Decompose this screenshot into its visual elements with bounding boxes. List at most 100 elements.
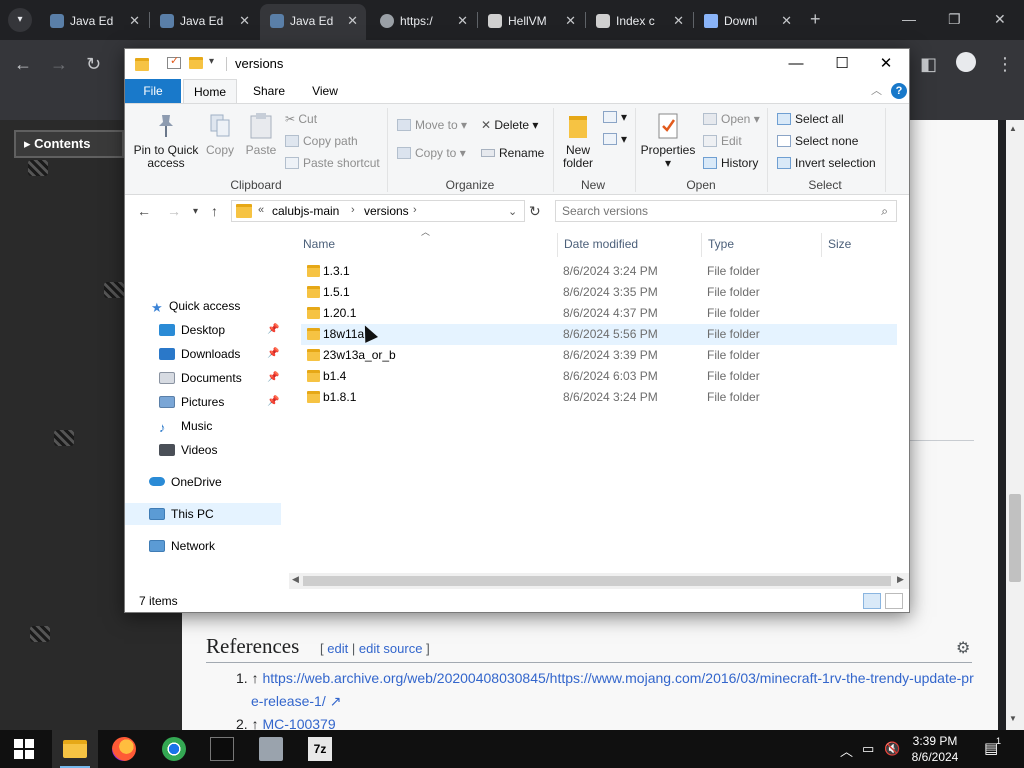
file-row[interactable]: b1.4 8/6/2024 6:03 PM File folder [301, 366, 897, 387]
browser-tab-2[interactable]: Java Ed ✕ [150, 6, 258, 36]
customize-toolbar-chevron-icon[interactable]: ▾ [209, 56, 214, 67]
back-arrow-icon[interactable]: ← [14, 54, 32, 74]
horizontal-scrollbar-thumb[interactable] [303, 576, 891, 586]
gear-icon[interactable]: ⚙ [956, 638, 970, 658]
up-arrow-icon[interactable]: ↑ [211, 203, 218, 219]
scroll-up-arrow-icon[interactable]: ▲ [1009, 124, 1017, 133]
tab-view[interactable]: View [299, 79, 351, 103]
reload-icon[interactable]: ↻ [86, 54, 101, 74]
tab-close-icon[interactable]: ✕ [673, 6, 684, 36]
nav-desktop[interactable]: Desktop [159, 319, 225, 341]
file-row[interactable]: 1.3.1 8/6/2024 3:24 PM File folder [301, 261, 897, 282]
menu-kebab-icon[interactable]: ⋮ [996, 54, 1014, 74]
system-clock[interactable]: 3:39 PM 8/6/2024 [904, 733, 966, 765]
recent-locations-chevron-icon[interactable]: ▾ [193, 206, 198, 217]
nav-documents[interactable]: Documents [159, 367, 242, 389]
overflow-chevron-icon[interactable]: « [258, 204, 264, 216]
breadcrumb-separator-icon[interactable]: › [413, 204, 417, 216]
copy-button[interactable]: Copy [203, 112, 237, 157]
browser-tab-1[interactable]: Java Ed ✕ [40, 6, 148, 36]
tab-close-icon[interactable]: ✕ [565, 6, 576, 36]
tab-close-icon[interactable]: ✕ [347, 4, 358, 38]
scroll-down-arrow-icon[interactable]: ▼ [1009, 714, 1017, 723]
browser-tab-6[interactable]: Index c ✕ [586, 6, 692, 36]
profile-avatar-icon[interactable] [956, 52, 976, 72]
select-none-button[interactable]: Select none [777, 132, 858, 150]
nav-onedrive[interactable]: OneDrive [149, 471, 222, 493]
new-folder-quick-icon[interactable] [189, 57, 203, 69]
column-date-modified[interactable]: Date modified [564, 237, 638, 251]
history-button[interactable]: History [703, 154, 758, 172]
copy-to-button[interactable]: Copy to ▾ [397, 144, 466, 162]
close-button[interactable]: ✕ [863, 53, 909, 75]
breadcrumb-calubjs-main[interactable]: calubjs-main [272, 204, 339, 218]
reference-link[interactable]: https://web.archive.org/web/202004080308… [262, 670, 973, 686]
column-size[interactable]: Size [828, 237, 851, 251]
nav-network[interactable]: Network [149, 535, 215, 557]
file-row[interactable]: 1.5.1 8/6/2024 3:35 PM File folder [301, 282, 897, 303]
browser-restore-icon[interactable]: ❐ [948, 10, 961, 28]
tab-share[interactable]: Share [243, 79, 295, 103]
open-button[interactable]: Open ▾ [703, 110, 760, 128]
browser-tab-5[interactable]: HellVM ✕ [478, 6, 584, 36]
side-panel-icon[interactable]: ◧ [920, 54, 937, 74]
column-separator[interactable] [557, 233, 558, 257]
page-scrollbar[interactable] [1006, 120, 1024, 730]
edit-button[interactable]: Edit [703, 132, 742, 150]
properties-check-icon[interactable] [167, 54, 181, 69]
forward-arrow-icon[interactable]: → [167, 203, 181, 219]
page-scrollbar-thumb[interactable] [1009, 494, 1021, 582]
tab-home[interactable]: Home [183, 79, 237, 103]
edit-source-link[interactable]: edit source [359, 641, 423, 656]
nav-pictures[interactable]: Pictures [159, 391, 224, 413]
refresh-icon[interactable]: ↻ [529, 203, 541, 220]
volume-muted-tray-icon[interactable]: 🔇 [884, 741, 900, 757]
invert-selection-button[interactable]: Invert selection [777, 154, 876, 172]
easy-access-button[interactable]: ▾ [603, 130, 627, 148]
nav-downloads[interactable]: Downloads [159, 343, 240, 365]
forward-arrow-icon[interactable]: → [50, 54, 68, 74]
large-icons-view-icon[interactable] [885, 593, 903, 609]
browser-close-icon[interactable]: ✕ [994, 10, 1006, 28]
horizontal-scrollbar[interactable]: ◀ ▶ [289, 573, 909, 589]
tab-search-chevron-icon[interactable]: ▾ [8, 8, 32, 32]
column-separator[interactable] [821, 233, 822, 257]
minimize-button[interactable]: — [773, 53, 819, 75]
contents-toggle-button[interactable]: ▸ Contents [14, 130, 124, 158]
move-to-button[interactable]: Move to ▾ [397, 116, 467, 134]
new-item-button[interactable]: ▾ [603, 108, 627, 126]
reference-link[interactable]: MC-100379 [262, 716, 335, 730]
select-all-button[interactable]: Select all [777, 110, 844, 128]
tab-close-icon[interactable]: ✕ [129, 6, 140, 36]
delete-button[interactable]: ✕ Delete ▾ [481, 116, 538, 134]
details-view-icon[interactable] [863, 593, 881, 609]
nav-quick-access[interactable]: ★ Quick access [151, 295, 240, 317]
properties-button[interactable]: Properties ▾ [639, 112, 697, 170]
pin-to-quick-access-button[interactable]: Pin to Quick access [131, 112, 201, 170]
file-row[interactable]: 23w13a_or_b 8/6/2024 3:39 PM File folder [301, 345, 897, 366]
paste-shortcut-button[interactable]: Paste shortcut [285, 154, 380, 172]
browser-tab-3-active[interactable]: Java Ed ✕ [260, 4, 366, 40]
file-row-hovered[interactable]: 18w11a 8/6/2024 5:56 PM File folder [301, 324, 897, 345]
cut-button[interactable]: ✂ Cut [285, 110, 317, 128]
browser-tab-4[interactable]: https:/ ✕ [370, 6, 476, 36]
file-explorer-taskbar-icon[interactable] [63, 740, 87, 758]
new-tab-plus-icon[interactable]: + [810, 9, 821, 29]
nav-videos[interactable]: Videos [159, 439, 217, 461]
tray-overflow-chevron-icon[interactable]: ︿ [840, 741, 853, 760]
scroll-right-arrow-icon[interactable]: ▶ [897, 574, 904, 585]
ribbon-collapse-chevron-icon[interactable]: ︿ [871, 82, 882, 98]
copy-path-button[interactable]: Copy path [285, 132, 358, 150]
terminal-taskbar-icon[interactable] [210, 737, 234, 761]
nav-music[interactable]: ♪ Music [159, 415, 212, 437]
search-box[interactable]: ⌕ [555, 200, 897, 222]
address-dropdown-chevron-icon[interactable]: ⌄ [508, 205, 517, 218]
column-name[interactable]: Name [303, 237, 335, 251]
maximize-button[interactable]: ☐ [819, 53, 865, 75]
tab-close-icon[interactable]: ✕ [781, 6, 792, 36]
file-row[interactable]: b1.8.1 8/6/2024 3:24 PM File folder [301, 387, 897, 408]
nav-this-pc[interactable]: This PC [125, 503, 281, 525]
chrome-taskbar-icon[interactable] [162, 737, 186, 761]
server-app-taskbar-icon[interactable] [259, 737, 283, 761]
network-tray-icon[interactable]: ▭ [862, 741, 874, 757]
